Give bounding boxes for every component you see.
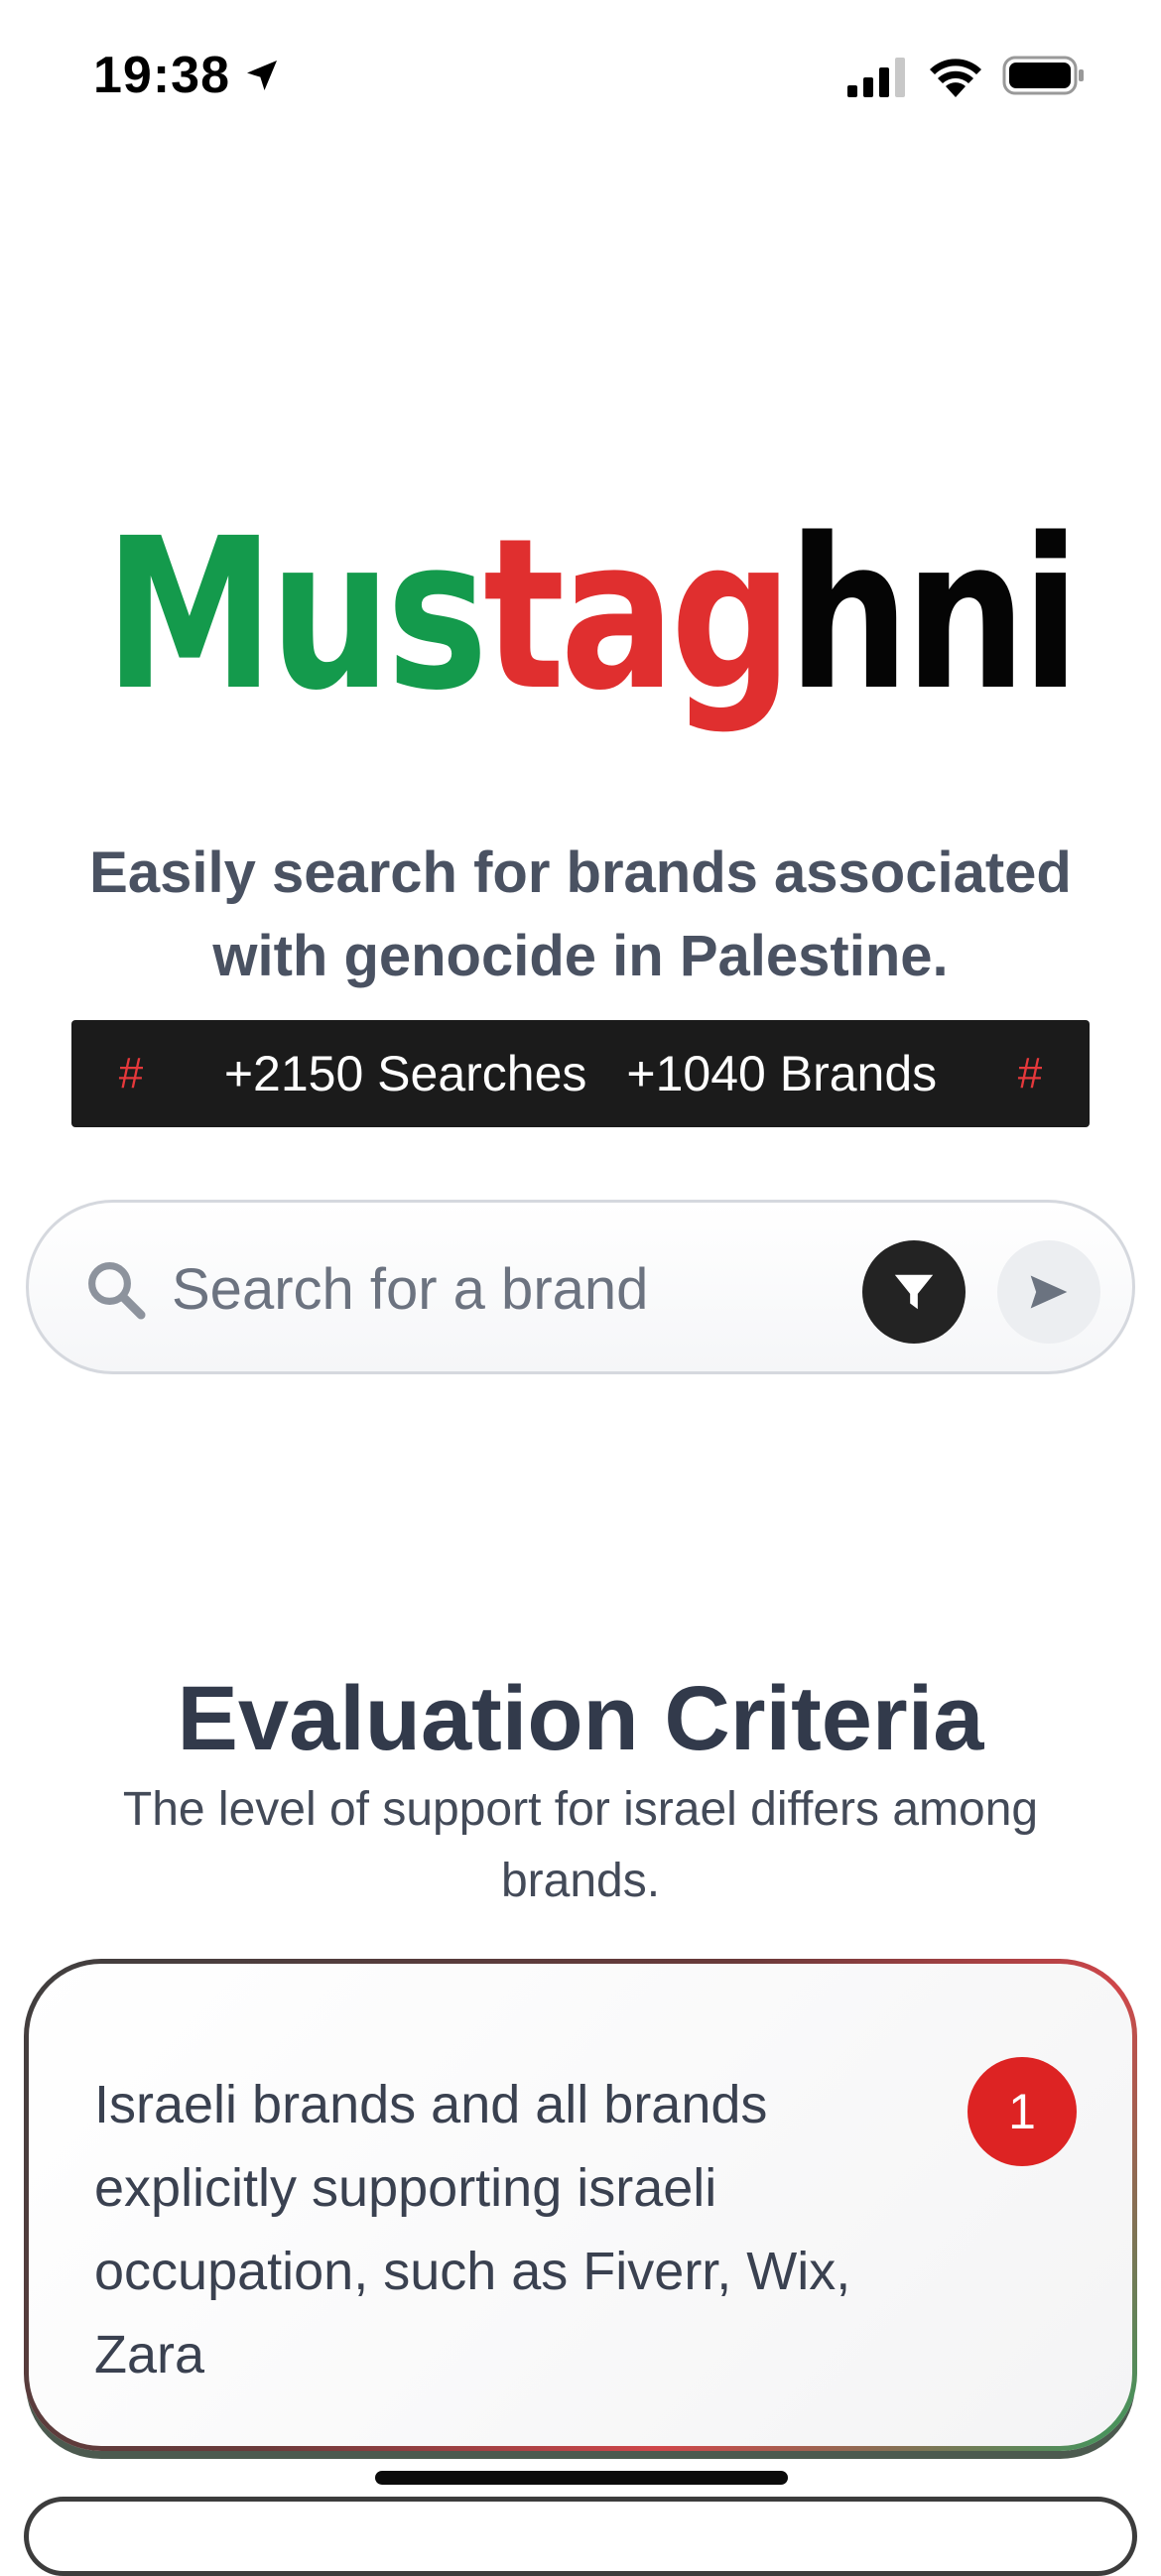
search-input[interactable] xyxy=(170,1246,829,1332)
status-time: 19:38 xyxy=(93,47,230,104)
stats-banner: # +2150 Searches +1040 Brands # xyxy=(71,1020,1090,1127)
criteria-card-text: Israeli brands and all brands explicitly… xyxy=(94,2075,851,2384)
criteria-level-badge: 1 xyxy=(968,2057,1077,2166)
criteria-title: Evaluation Criteria xyxy=(177,1668,984,1769)
cellular-signal-icon xyxy=(847,58,905,97)
logo-part-red: tag xyxy=(482,493,793,736)
criteria-card-2 xyxy=(24,2497,1137,2576)
search-bar xyxy=(26,1200,1135,1374)
brands-count: +1040 Brands xyxy=(626,1046,938,1101)
home-indicator xyxy=(375,2471,788,2485)
criteria-subtitle: The level of support for israel differs … xyxy=(122,1783,1039,1907)
wifi-icon xyxy=(930,59,981,97)
hash-left: # xyxy=(118,1049,144,1097)
criteria-card-1: Israeli brands and all brands explicitly… xyxy=(24,1959,1137,2451)
location-arrow-icon xyxy=(247,61,277,90)
filter-button[interactable] xyxy=(862,1240,966,1344)
searches-count: +2150 Searches xyxy=(223,1046,587,1101)
filter-icon xyxy=(894,1274,934,1310)
send-icon xyxy=(1030,1275,1068,1309)
search-icon xyxy=(88,1262,146,1320)
battery-icon xyxy=(1002,56,1084,95)
logo-part-black: hni xyxy=(788,493,1080,736)
status-bar: 19:38 xyxy=(0,0,1161,149)
send-button[interactable] xyxy=(997,1240,1100,1344)
stats-counts: +2150 Searches +1040 Brands xyxy=(224,1045,937,1102)
tagline: Easily search for brands associated with… xyxy=(89,840,1072,988)
hash-right: # xyxy=(1017,1049,1043,1097)
logo-part-green: Mus xyxy=(104,493,488,736)
app-logo: Mustaghni xyxy=(104,511,1080,719)
